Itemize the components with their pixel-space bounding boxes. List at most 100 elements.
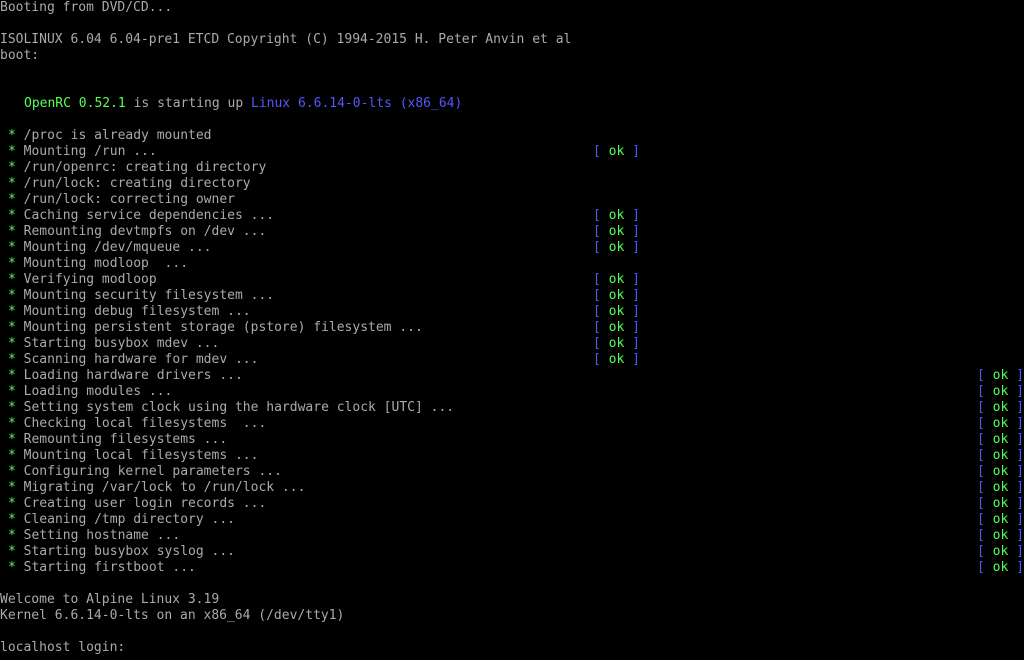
status-bracket-close: ] bbox=[632, 240, 640, 255]
service-bullet: * bbox=[8, 272, 16, 287]
status-ok-text: ok bbox=[992, 560, 1009, 575]
terminal-screen[interactable]: Booting from DVD/CD... ISOLINUX 6.04 6.0… bbox=[0, 0, 1024, 660]
service-bullet: * bbox=[8, 224, 16, 239]
status-ok-badge: [ ok ] bbox=[593, 224, 640, 240]
service-text: Caching service dependencies ... bbox=[23, 208, 275, 223]
service-line: * Configuring kernel parameters ... bbox=[8, 464, 282, 480]
status-ok-badge: [ ok ] bbox=[593, 144, 640, 160]
service-bullet: * bbox=[8, 240, 16, 255]
service-line: * Setting hostname ... bbox=[8, 528, 180, 544]
status-ok-text: ok bbox=[608, 336, 625, 351]
status-bracket-close: ] bbox=[1016, 544, 1024, 559]
status-bracket-open: [ bbox=[593, 352, 601, 367]
status-bracket-open: [ bbox=[593, 224, 601, 239]
status-ok-badge: [ ok ] bbox=[977, 528, 1024, 544]
status-ok-badge: [ ok ] bbox=[593, 352, 640, 368]
status-ok-badge: [ ok ] bbox=[593, 288, 640, 304]
status-bracket-close: ] bbox=[1016, 464, 1024, 479]
status-bracket-open: [ bbox=[977, 400, 985, 415]
service-bullet: * bbox=[8, 192, 16, 207]
status-ok-text: ok bbox=[992, 384, 1009, 399]
service-text: Remounting filesystems ... bbox=[23, 432, 228, 447]
service-bullet: * bbox=[8, 368, 16, 383]
status-bracket-open: [ bbox=[977, 480, 985, 495]
status-bracket-open: [ bbox=[977, 496, 985, 511]
service-line: * /run/openrc: creating directory bbox=[8, 160, 266, 176]
service-line: * Verifying modloop bbox=[8, 272, 157, 288]
service-line: * Remounting devtmpfs on /dev ... bbox=[8, 224, 266, 240]
status-bracket-open: [ bbox=[977, 544, 985, 559]
status-bracket-open: [ bbox=[593, 336, 601, 351]
service-bullet: * bbox=[8, 416, 16, 431]
service-line: * Mounting /dev/mqueue ... bbox=[8, 240, 212, 256]
status-bracket-open: [ bbox=[977, 432, 985, 447]
status-bracket-open: [ bbox=[977, 448, 985, 463]
service-text: Mounting debug filesystem ... bbox=[23, 304, 251, 319]
status-ok-badge: [ ok ] bbox=[977, 480, 1024, 496]
status-bracket-close: ] bbox=[632, 272, 640, 287]
status-ok-badge: [ ok ] bbox=[977, 384, 1024, 400]
status-bracket-open: [ bbox=[593, 304, 601, 319]
service-text: Setting hostname ... bbox=[23, 528, 181, 543]
status-bracket-close: ] bbox=[1016, 368, 1024, 383]
service-bullet: * bbox=[8, 480, 16, 495]
status-bracket-open: [ bbox=[977, 464, 985, 479]
status-ok-text: ok bbox=[608, 208, 625, 223]
service-line: * Setting system clock using the hardwar… bbox=[8, 400, 454, 416]
service-bullet: * bbox=[8, 256, 16, 271]
status-ok-badge: [ ok ] bbox=[593, 240, 640, 256]
status-ok-text: ok bbox=[992, 528, 1009, 543]
status-bracket-close: ] bbox=[1016, 432, 1024, 447]
status-ok-badge: [ ok ] bbox=[977, 400, 1024, 416]
isolinux-banner: ISOLINUX 6.04 6.04-pre1 ETCD Copyright (… bbox=[0, 32, 572, 47]
service-bullet: * bbox=[8, 352, 16, 367]
status-bracket-open: [ bbox=[977, 384, 985, 399]
service-text: Mounting modloop ... bbox=[23, 256, 189, 271]
status-ok-badge: [ ok ] bbox=[977, 512, 1024, 528]
status-ok-text: ok bbox=[992, 448, 1009, 463]
service-bullet: * bbox=[8, 304, 16, 319]
service-bullet: * bbox=[8, 432, 16, 447]
service-text: Mounting persistent storage (pstore) fil… bbox=[23, 320, 423, 335]
service-line: * Starting firstboot ... bbox=[8, 560, 196, 576]
status-ok-badge: [ ok ] bbox=[977, 496, 1024, 512]
service-bullet: * bbox=[8, 384, 16, 399]
service-line: * Scanning hardware for mdev ... bbox=[8, 352, 258, 368]
service-text: Remounting devtmpfs on /dev ... bbox=[23, 224, 267, 239]
service-text: Creating user login records ... bbox=[23, 496, 267, 511]
service-bullet: * bbox=[8, 464, 16, 479]
boot-media-line: Booting from DVD/CD... bbox=[0, 0, 173, 15]
status-ok-text: ok bbox=[992, 416, 1009, 431]
status-bracket-open: [ bbox=[977, 416, 985, 431]
service-line: * Remounting filesystems ... bbox=[8, 432, 227, 448]
status-ok-text: ok bbox=[992, 400, 1009, 415]
status-ok-badge: [ ok ] bbox=[977, 416, 1024, 432]
status-ok-badge: [ ok ] bbox=[593, 320, 640, 336]
service-text: Mounting /run ... bbox=[23, 144, 157, 159]
status-ok-text: ok bbox=[992, 368, 1009, 383]
service-bullet: * bbox=[8, 208, 16, 223]
service-text: Mounting security filesystem ... bbox=[23, 288, 275, 303]
status-ok-text: ok bbox=[992, 512, 1009, 527]
kernel-info: Kernel 6.6.14-0-lts on an x86_64 (/dev/t… bbox=[0, 608, 345, 623]
status-ok-text: ok bbox=[608, 224, 625, 239]
service-text: Checking local filesystems ... bbox=[23, 416, 267, 431]
service-line: * /proc is already mounted bbox=[8, 128, 212, 144]
service-text: Configuring kernel parameters ... bbox=[23, 464, 282, 479]
service-line: * /run/lock: creating directory bbox=[8, 176, 251, 192]
status-ok-badge: [ ok ] bbox=[977, 544, 1024, 560]
status-ok-badge: [ ok ] bbox=[593, 208, 640, 224]
service-bullet: * bbox=[8, 336, 16, 351]
service-text: Migrating /var/lock to /run/lock ... bbox=[23, 480, 306, 495]
service-text: Verifying modloop bbox=[23, 272, 157, 287]
service-line: * Checking local filesystems ... bbox=[8, 416, 266, 432]
service-text: /run/lock: creating directory bbox=[23, 176, 251, 191]
status-ok-badge: [ ok ] bbox=[977, 368, 1024, 384]
service-bullet: * bbox=[8, 160, 16, 175]
status-bracket-open: [ bbox=[593, 240, 601, 255]
status-ok-text: ok bbox=[992, 432, 1009, 447]
status-bracket-close: ] bbox=[632, 320, 640, 335]
service-text: /run/openrc: creating directory bbox=[23, 160, 267, 175]
status-ok-text: ok bbox=[992, 544, 1009, 559]
login-input[interactable] bbox=[128, 640, 428, 656]
